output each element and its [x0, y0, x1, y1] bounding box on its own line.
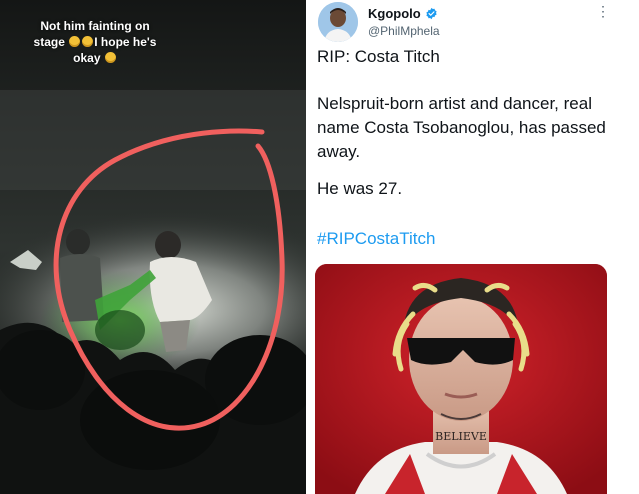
tweet-body: Nelspruit-born artist and dancer, real n…	[317, 94, 606, 161]
tweet-card: Kgopolo @PhilMphela ⋮ RIP: Costa Titch N…	[306, 0, 639, 494]
caption-line-2a: stage	[33, 35, 65, 49]
video-frame: Not him fainting on stage I hope he's ok…	[0, 0, 306, 494]
portrait-image: BELIEVE	[315, 264, 607, 494]
handle[interactable]: @PhilMphela	[368, 24, 440, 38]
fainting-emoji-icon	[82, 36, 94, 47]
caption-line-3: okay	[73, 51, 101, 65]
verified-badge-icon	[426, 7, 437, 20]
worried-emoji-icon	[104, 52, 116, 63]
avatar[interactable]	[318, 2, 358, 42]
tweet-title: RIP: Costa Titch	[317, 47, 440, 66]
concert-scene-image	[0, 0, 306, 494]
display-name[interactable]: Kgopolo	[368, 6, 438, 21]
tweet-age-line: He was 27.	[317, 179, 403, 198]
neck-tattoo-text: BELIEVE	[435, 430, 487, 443]
caption-line-1: Not him fainting on	[40, 19, 150, 33]
display-name-text: Kgopolo	[368, 6, 421, 21]
video-caption: Not him fainting on stage I hope he's ok…	[20, 18, 170, 66]
tweet-photo[interactable]: BELIEVE	[315, 264, 607, 494]
caption-line-2b: I hope he's	[94, 35, 157, 49]
hashtag-link[interactable]: #RIPCostaTitch	[317, 227, 617, 251]
more-options-icon[interactable]: ⋮	[596, 4, 610, 18]
fainting-emoji-icon	[69, 36, 81, 47]
